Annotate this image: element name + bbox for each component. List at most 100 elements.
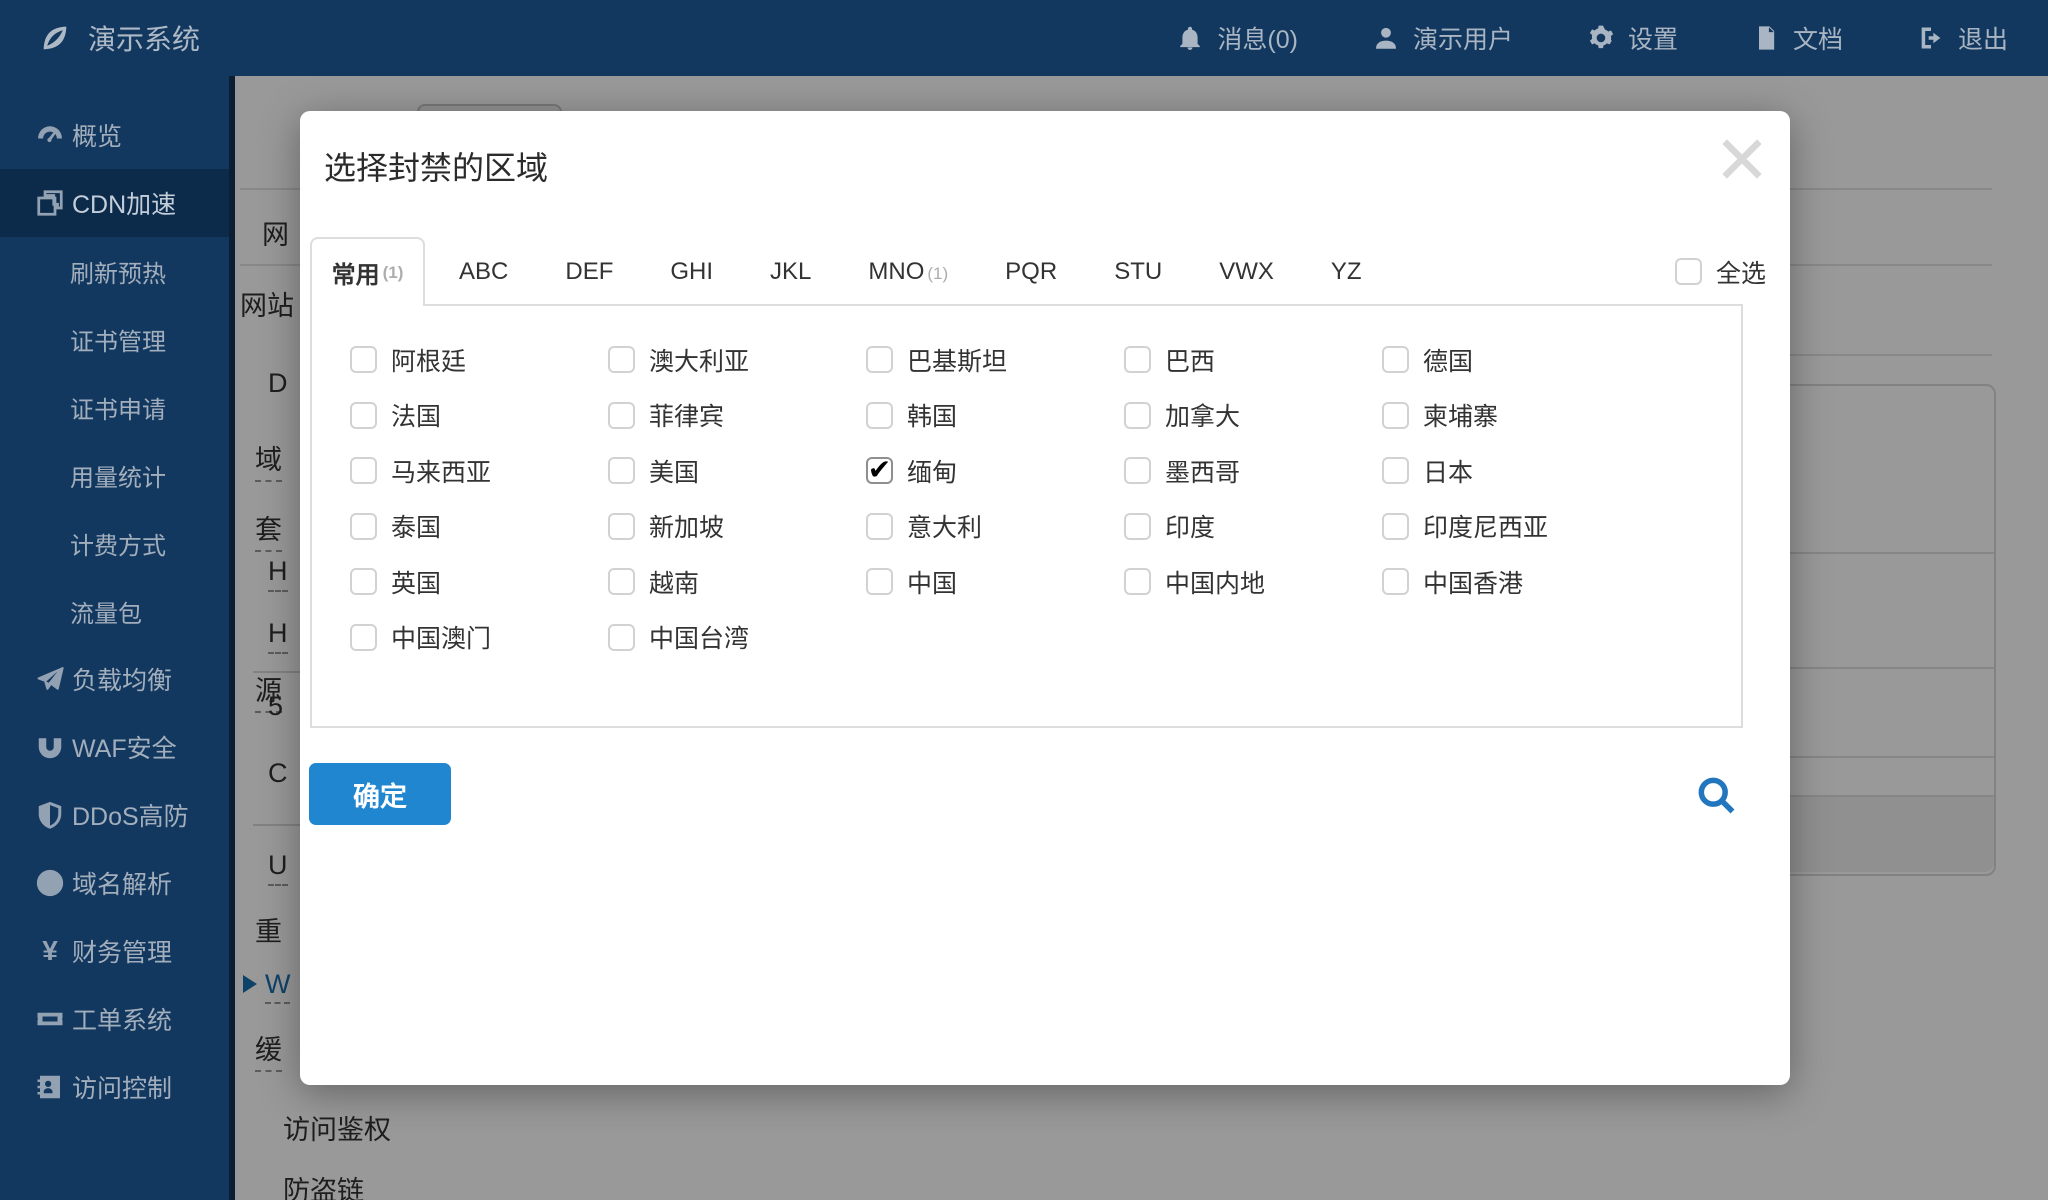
region-checkbox-item[interactable]: ✔墨西哥	[1124, 443, 1382, 499]
region-checkbox-item[interactable]: ✔印度	[1124, 499, 1382, 555]
checkbox[interactable]: ✔	[350, 624, 377, 651]
region-checkbox-item[interactable]: ✔巴西	[1124, 332, 1382, 388]
tab-def[interactable]: DEF	[565, 258, 613, 286]
confirm-button[interactable]: 确定	[309, 763, 451, 825]
region-checkbox-item[interactable]: ✔柬埔寨	[1382, 388, 1548, 444]
sidebar-item-tickets[interactable]: 工单系统	[0, 985, 235, 1053]
checkbox[interactable]: ✔	[866, 346, 893, 373]
region-checkbox-item[interactable]: ✔意大利	[866, 499, 1124, 555]
checkbox[interactable]: ✔	[1382, 402, 1409, 429]
region-checkbox-item[interactable]: ✔中国澳门	[350, 610, 608, 666]
sidebar-item-dns[interactable]: 域名解析	[0, 849, 235, 917]
checkbox[interactable]: ✔	[866, 402, 893, 429]
tab-ghi[interactable]: GHI	[670, 258, 713, 286]
region-checkbox-item[interactable]: ✔德国	[1382, 332, 1548, 388]
tab-abc[interactable]: ABC	[459, 258, 508, 286]
topbar-menu: 消息(0) 演示用户 设置 文档 退出	[1176, 20, 2048, 56]
checkbox[interactable]: ✔	[608, 624, 635, 651]
sidebar-menu: 概览 CDN加速 刷新预热 证书管理 证书申请 用量统计 计费方式 流量包 负载…	[0, 76, 235, 1121]
search-icon[interactable]	[1694, 773, 1738, 817]
region-checkbox-item[interactable]: ✔英国	[350, 554, 608, 610]
region-checkbox-item[interactable]: ✔新加坡	[608, 499, 866, 555]
checkbox[interactable]: ✔	[866, 513, 893, 540]
select-all-control[interactable]: 全选	[1675, 254, 1766, 290]
select-all-checkbox[interactable]	[1675, 258, 1702, 285]
sidebar-item-cdn[interactable]: CDN加速	[0, 169, 235, 237]
region-checkbox-item[interactable]: ✔中国	[866, 554, 1124, 610]
sidebar-item-cert-apply[interactable]: 证书申请	[0, 373, 235, 441]
sidebar-item-traffic-pack[interactable]: 流量包	[0, 577, 235, 645]
region-checkbox-item[interactable]: ✔印度尼西亚	[1382, 499, 1548, 555]
sidebar-item-usage[interactable]: 用量统计	[0, 441, 235, 509]
topbar-logout[interactable]: 退出	[1917, 20, 2008, 56]
topbar-settings[interactable]: 设置	[1587, 20, 1678, 56]
region-checkbox-item[interactable]: ✔中国香港	[1382, 554, 1548, 610]
sidebar-item-label: 域名解析	[72, 865, 172, 901]
sidebar-item-finance[interactable]: ¥ 财务管理	[0, 917, 235, 985]
region-checkbox-item[interactable]: ✔日本	[1382, 443, 1548, 499]
region-checkbox-item[interactable]: ✔澳大利亚	[608, 332, 866, 388]
checkbox[interactable]: ✔	[1382, 457, 1409, 484]
tab-yz[interactable]: YZ	[1331, 258, 1362, 286]
checkbox[interactable]: ✔	[1124, 568, 1151, 595]
sidebar-item-label: DDoS高防	[72, 797, 189, 833]
checkbox[interactable]: ✔	[608, 513, 635, 540]
gauge-icon	[30, 120, 70, 150]
checkbox[interactable]: ✔	[350, 457, 377, 484]
checkbox[interactable]: ✔	[1124, 402, 1151, 429]
checkbox[interactable]: ✔	[1382, 513, 1409, 540]
sidebar-item-access-control[interactable]: 访问控制	[0, 1053, 235, 1121]
brand[interactable]: 演示系统	[0, 18, 200, 58]
checkbox[interactable]: ✔	[1382, 568, 1409, 595]
checkbox-checked[interactable]: ✔	[866, 457, 893, 484]
sidebar-item-ddos[interactable]: DDoS高防	[0, 781, 235, 849]
sidebar-item-refresh[interactable]: 刷新预热	[0, 237, 235, 305]
checkbox[interactable]: ✔	[350, 513, 377, 540]
close-icon[interactable]	[1716, 133, 1768, 185]
checkbox[interactable]: ✔	[866, 568, 893, 595]
shield-icon	[30, 800, 70, 830]
sidebar-item-billing[interactable]: 计费方式	[0, 509, 235, 577]
tab-pqr[interactable]: PQR	[1005, 258, 1057, 286]
id-card-icon	[30, 1072, 70, 1102]
checkbox[interactable]: ✔	[1124, 457, 1151, 484]
sidebar-item-cert-manage[interactable]: 证书管理	[0, 305, 235, 373]
region-checkbox-item[interactable]: ✔中国台湾	[608, 610, 866, 666]
region-checkbox-item[interactable]: ✔巴基斯坦	[866, 332, 1124, 388]
region-checkbox-item[interactable]: ✔马来西亚	[350, 443, 608, 499]
bell-icon	[1176, 24, 1204, 52]
checkbox[interactable]: ✔	[608, 457, 635, 484]
checkbox[interactable]: ✔	[608, 568, 635, 595]
region-checkbox-item[interactable]: ✔菲律宾	[608, 388, 866, 444]
tab-mno[interactable]: MNO(1)	[868, 258, 948, 286]
region-checkbox-item[interactable]: ✔阿根廷	[350, 332, 608, 388]
tab-vwx[interactable]: VWX	[1219, 258, 1274, 286]
checkbox[interactable]: ✔	[1382, 346, 1409, 373]
tab-changyong[interactable]: 常用(1)	[310, 237, 425, 306]
checkbox[interactable]: ✔	[608, 402, 635, 429]
checkbox[interactable]: ✔	[350, 346, 377, 373]
region-checkbox-item-checked[interactable]: ✔缅甸	[866, 443, 1124, 499]
region-checkbox-item[interactable]: ✔加拿大	[1124, 388, 1382, 444]
checkbox[interactable]: ✔	[1124, 513, 1151, 540]
region-checkbox-item[interactable]: ✔中国内地	[1124, 554, 1382, 610]
region-checkbox-item[interactable]: ✔法国	[350, 388, 608, 444]
topbar-user[interactable]: 演示用户	[1372, 20, 1513, 56]
region-checkbox-item[interactable]: ✔美国	[608, 443, 866, 499]
region-checkbox-item[interactable]: ✔越南	[608, 554, 866, 610]
region-checkbox-item[interactable]: ✔韩国	[866, 388, 1124, 444]
checkbox[interactable]: ✔	[1124, 346, 1151, 373]
tab-jkl[interactable]: JKL	[770, 258, 811, 286]
tab-stu[interactable]: STU	[1114, 258, 1162, 286]
content-scrollbar[interactable]	[229, 76, 235, 1200]
sidebar-item-waf[interactable]: WAF安全	[0, 713, 235, 781]
checkbox[interactable]: ✔	[608, 346, 635, 373]
checkbox[interactable]: ✔	[350, 402, 377, 429]
sidebar-item-overview[interactable]: 概览	[0, 101, 235, 169]
topbar-docs[interactable]: 文档	[1752, 20, 1843, 56]
sidebar-item-load-balance[interactable]: 负载均衡	[0, 645, 235, 713]
region-checkbox-item[interactable]: ✔泰国	[350, 499, 608, 555]
topbar-messages[interactable]: 消息(0)	[1176, 20, 1298, 56]
sidebar: 概览 CDN加速 刷新预热 证书管理 证书申请 用量统计 计费方式 流量包 负载…	[0, 76, 235, 1200]
checkbox[interactable]: ✔	[350, 568, 377, 595]
